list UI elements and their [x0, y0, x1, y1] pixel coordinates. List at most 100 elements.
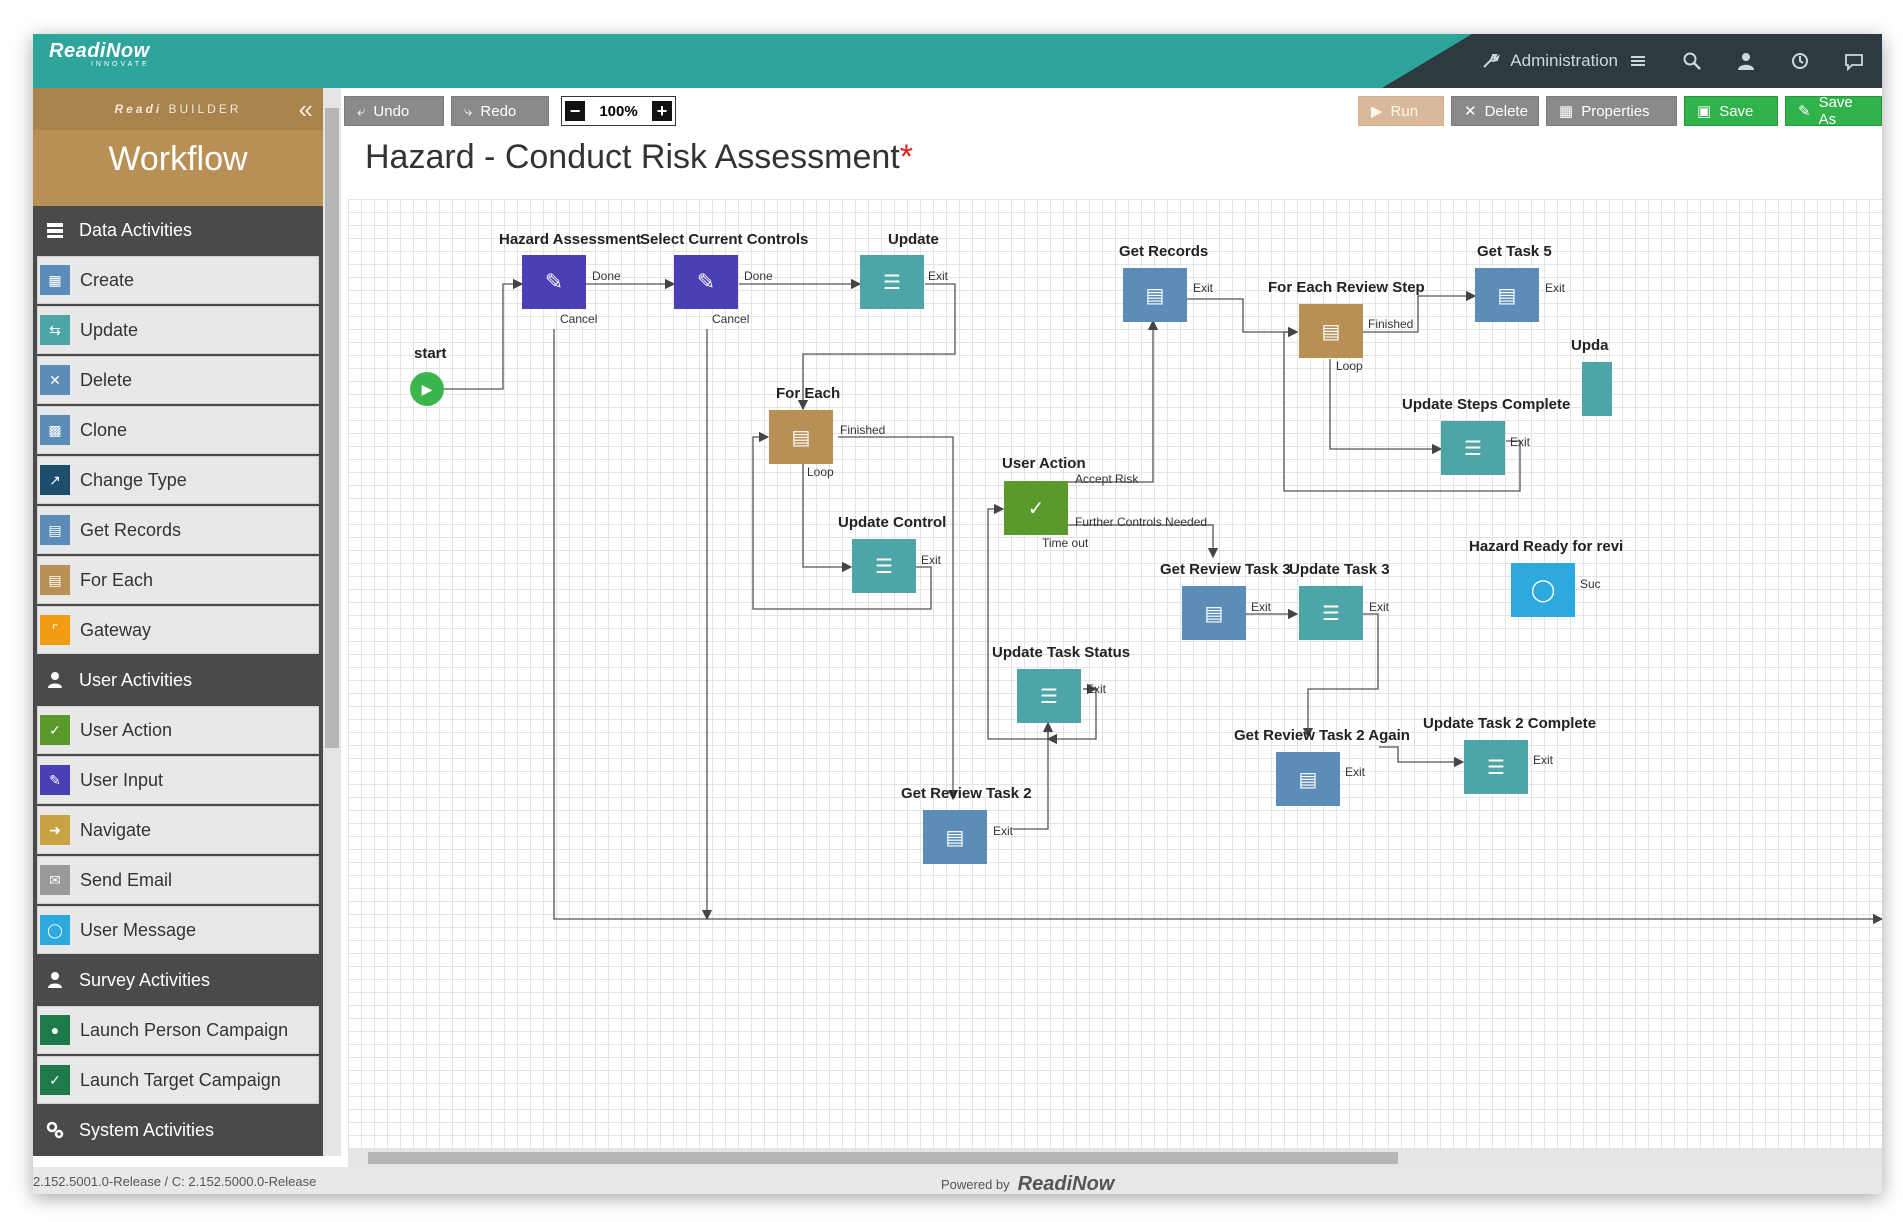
get-review-task-2-node[interactable]: ▤ — [923, 810, 987, 864]
activity-navigate[interactable]: ➜ Navigate — [37, 806, 319, 854]
collapse-sidebar-icon[interactable]: « — [299, 96, 313, 122]
update-task-2-complete-exit-port: Exit — [1533, 753, 1554, 767]
update-control-exit-port: Exit — [921, 553, 942, 567]
activity-for-each[interactable]: ▤ For Each — [37, 556, 319, 604]
checklist-icon: ✓ — [1027, 497, 1045, 520]
category-system-activities[interactable]: System Activities — [33, 1106, 323, 1154]
upda-node[interactable] — [1582, 362, 1612, 416]
for-each-review-step-label: For Each Review Step — [1268, 279, 1425, 296]
activity-update[interactable]: ⇆ Update — [37, 306, 319, 354]
canvas-horizontal-scrollbar[interactable] — [348, 1149, 1882, 1167]
category-data-activities[interactable]: Data Activities — [33, 206, 323, 254]
search-icon[interactable] — [1682, 51, 1702, 71]
update-node[interactable]: ☰ — [860, 255, 924, 309]
edit-form-icon: ✎ — [696, 269, 716, 294]
workflow-canvas[interactable]: start ▶ Hazard Assessment ✎ Done Cancel … — [348, 199, 1882, 1149]
for-each-node[interactable]: ▤ — [769, 410, 833, 464]
update-steps-complete-node[interactable]: ☰ — [1441, 421, 1505, 475]
further-controls-port: Further Controls Needed — [1075, 515, 1208, 529]
get-review-task-3-node[interactable]: ▤ — [1182, 586, 1246, 640]
activity-change-type[interactable]: ↗ Change Type — [37, 456, 319, 504]
zoom-out-button[interactable]: − — [565, 101, 585, 121]
administration-menu[interactable]: Administration — [1480, 51, 1648, 71]
update-task-2-complete-node[interactable]: ☰ — [1464, 740, 1528, 794]
activity-gateway[interactable]: ⌜ Gateway — [37, 606, 319, 654]
activity-get-records[interactable]: ▤ Get Records — [37, 506, 319, 554]
undo-icon: ⤶ — [357, 102, 366, 120]
update-list-icon: ☰ — [1487, 756, 1505, 779]
unsaved-marker: * — [899, 138, 913, 176]
zoom-control: − 100% + — [561, 96, 676, 126]
history-icon[interactable] — [1790, 51, 1810, 71]
user-icon[interactable] — [1736, 51, 1756, 71]
redo-icon: ⤷ — [464, 102, 473, 120]
start-label: start — [414, 345, 447, 362]
select-current-controls-node[interactable]: ✎ — [674, 255, 738, 309]
readinow-logo[interactable]: ReadiNow INNOVATE — [49, 40, 150, 68]
app-window: ReadiNow INNOVATE Administration Readi B… — [33, 34, 1882, 1194]
activity-launch-person-campaign[interactable]: ● Launch Person Campaign — [37, 1006, 319, 1054]
activity-user-action[interactable]: ✓ User Action — [37, 706, 319, 754]
activity-delete[interactable]: ✕ Delete — [37, 356, 319, 404]
person-icon — [48, 672, 62, 688]
save-as-button[interactable]: ✎ Save As — [1785, 94, 1882, 128]
undo-button[interactable]: ⤶ Undo — [344, 96, 444, 126]
category-survey-activities[interactable]: Survey Activities — [33, 956, 323, 1004]
activity-create[interactable]: ▦ Create — [37, 256, 319, 304]
sidebar-scroll-thumb[interactable] — [325, 108, 339, 748]
update-task-3-node[interactable]: ☰ — [1299, 586, 1363, 640]
hazard-assessment-node[interactable]: ✎ — [522, 255, 586, 309]
person-icon — [48, 972, 62, 988]
get-records-icon: ▤ — [40, 515, 70, 545]
footer-logo: ReadiNow — [1017, 1173, 1115, 1194]
hazard-ready-suc-port: Suc — [1580, 577, 1601, 591]
for-each-icon: ▤ — [40, 565, 70, 595]
change-type-icon: ↗ — [40, 465, 70, 495]
category-user-activities[interactable]: User Activities — [33, 656, 323, 704]
update-task-status-node[interactable]: ☰ — [1017, 669, 1081, 723]
update-task-status-exit-port: Exit — [1086, 682, 1107, 696]
steps-complete-exit-port: Exit — [1510, 435, 1531, 449]
target-campaign-icon: ✓ — [40, 1065, 70, 1095]
sidebar-scrollbar[interactable] — [323, 88, 341, 1156]
get-review-task-2-again-node[interactable]: ▤ — [1276, 752, 1340, 806]
activity-send-email[interactable]: ✉ Send Email — [37, 856, 319, 904]
redo-button[interactable]: ⤷ Redo — [451, 96, 549, 126]
navigate-icon: ➜ — [40, 815, 70, 845]
save-as-icon: ✎ — [1798, 103, 1811, 120]
start-node[interactable]: ▶ — [410, 372, 444, 406]
activity-launch-target-campaign[interactable]: ✓ Launch Target Campaign — [37, 1056, 319, 1104]
doc-download-icon: ▤ — [1497, 284, 1517, 307]
for-each-label: For Each — [776, 385, 841, 402]
chat-icon[interactable] — [1844, 51, 1864, 71]
activity-clone[interactable]: ▩ Clone — [37, 406, 319, 454]
properties-button[interactable]: ▦ Properties — [1546, 96, 1677, 126]
select-current-controls-label: Select Current Controls — [640, 231, 809, 248]
message-icon: ◯ — [40, 915, 70, 945]
activity-user-message[interactable]: ◯ User Message — [37, 906, 319, 954]
play-icon: ▶ — [421, 380, 433, 397]
user-action-node[interactable]: ✓ — [1004, 481, 1068, 535]
email-icon: ✉ — [40, 865, 70, 895]
select-cancel-port: Cancel — [712, 312, 750, 326]
top-bar: ReadiNow INNOVATE Administration — [33, 34, 1882, 88]
for-each-review-step-node[interactable]: ▤ — [1299, 304, 1363, 358]
get-review-task-2-exit-port: Exit — [993, 824, 1014, 838]
run-button[interactable]: ▶ Run — [1358, 96, 1444, 126]
get-task-5-node[interactable]: ▤ — [1475, 268, 1539, 322]
canvas-scroll-thumb[interactable] — [368, 1152, 1398, 1164]
hazard-ready-node[interactable]: ◯ — [1511, 563, 1575, 617]
get-records-node[interactable]: ▤ — [1123, 268, 1187, 322]
get-task-5-exit-port: Exit — [1545, 281, 1566, 295]
doc-download-icon: ▤ — [945, 826, 965, 849]
zoom-in-button[interactable]: + — [652, 101, 672, 121]
update-control-node[interactable]: ☰ — [852, 539, 916, 593]
top-nav: Administration — [1480, 34, 1882, 88]
doc-download-icon: ▤ — [1204, 602, 1224, 625]
clone-icon: ▩ — [40, 415, 70, 445]
delete-button[interactable]: ✕ Delete — [1451, 96, 1539, 126]
save-button[interactable]: ▣ Save — [1684, 96, 1778, 126]
get-task-5-label: Get Task 5 — [1477, 243, 1552, 260]
activity-user-input[interactable]: ✎ User Input — [37, 756, 319, 804]
hazard-ready-label: Hazard Ready for revi — [1469, 538, 1624, 555]
